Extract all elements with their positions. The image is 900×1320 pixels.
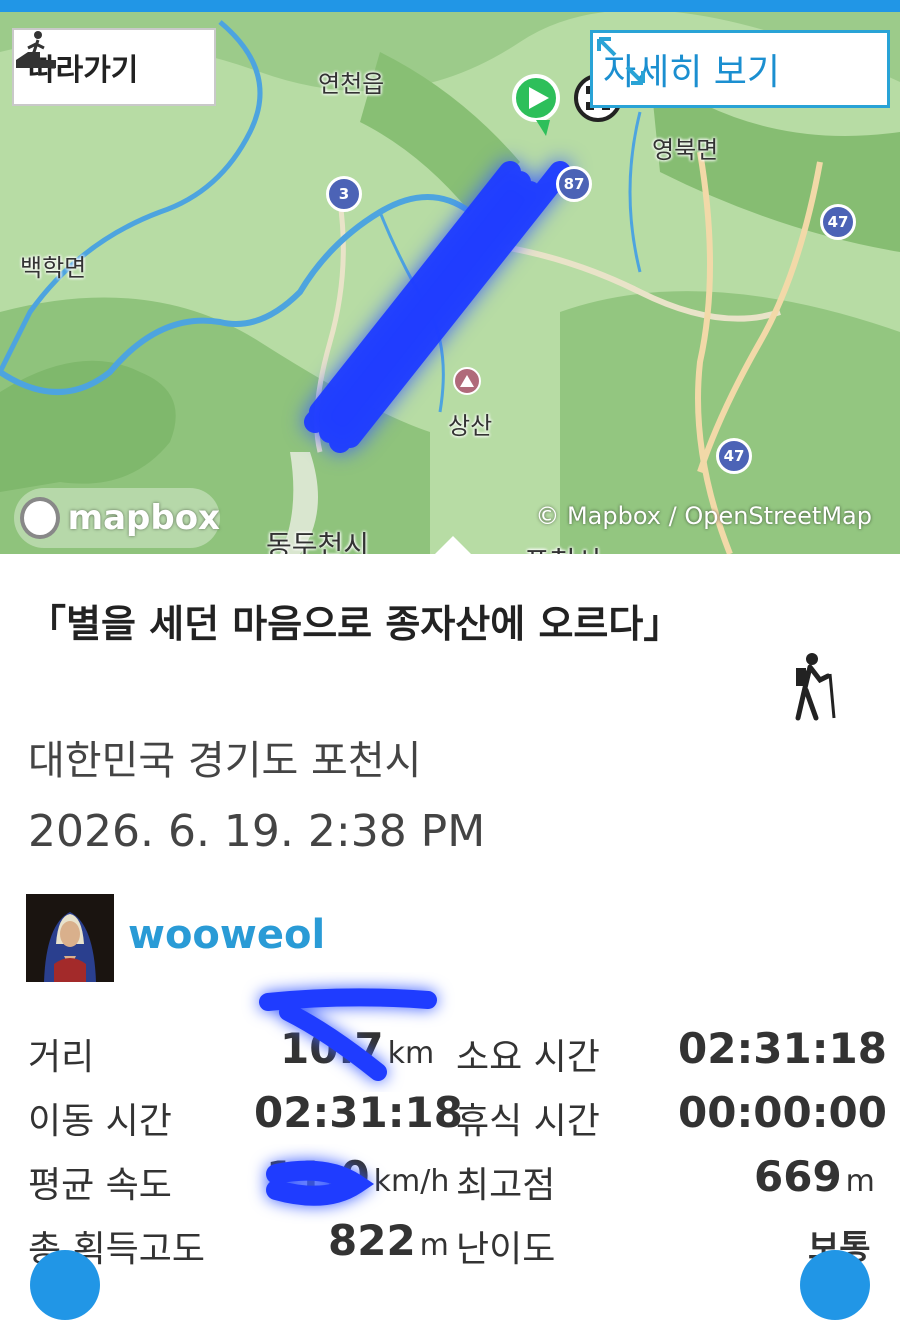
avg-speed-number: 11.0: [266, 1152, 370, 1201]
route-87-badge: 87: [556, 166, 592, 202]
duration-label: 소요 시간: [456, 1037, 600, 1078]
activity-title: 「별을 세던 마음으로 종자산에 오르다」: [28, 602, 682, 646]
map-label-baekhak: 백학면: [20, 254, 87, 282]
difficulty-label: 난이도: [456, 1229, 556, 1270]
map-attribution[interactable]: © Mapbox / OpenStreetMap: [535, 502, 872, 530]
max-altitude-number: 669: [754, 1152, 842, 1201]
avatar-image: [26, 894, 114, 982]
walker-icon: [16, 31, 56, 68]
total-ascent-value: 822 m: [328, 1216, 449, 1265]
username-link[interactable]: wooweol: [128, 912, 325, 958]
mountain-icon: [453, 367, 481, 395]
top-accent-bar: [0, 0, 900, 12]
route-47-badge-bottom: 47: [716, 438, 752, 474]
route-3-badge: 3: [326, 176, 362, 212]
map-label-dongducheon: 동두천시: [266, 529, 370, 554]
distance-unit: km: [387, 1036, 435, 1071]
rest-time-label: 휴식 시간: [456, 1101, 600, 1142]
duration-value: 02:31:18: [678, 1024, 887, 1073]
max-altitude-value: 669 m: [754, 1152, 875, 1201]
mapbox-logo-text: mapbox: [67, 498, 220, 538]
expand-icon: [597, 37, 645, 85]
mapbox-logo-icon: [20, 497, 60, 539]
activity-datetime: 2026. 6. 19. 2:38 PM: [28, 806, 486, 857]
rest-time-value: 00:00:00: [678, 1088, 887, 1137]
user-avatar[interactable]: [26, 894, 114, 982]
total-ascent-unit: m: [419, 1228, 449, 1263]
hiker-icon: [795, 653, 836, 721]
map-label-yeongbuk: 영북면: [652, 136, 719, 164]
distance-label: 거리: [28, 1037, 95, 1078]
view-details-button[interactable]: 자세히 보기: [590, 30, 890, 108]
avg-speed-value: 11.0 km/h: [266, 1152, 449, 1201]
avg-speed-unit: km/h: [373, 1164, 450, 1199]
max-altitude-label: 최고점: [456, 1165, 556, 1206]
moving-time-label: 이동 시간: [28, 1101, 172, 1142]
map-label-sangsan: 상산: [448, 412, 493, 440]
map-label-yeoncheon: 연천읍: [318, 70, 385, 98]
mapbox-logo[interactable]: mapbox: [14, 488, 220, 548]
distance-number: 10.7: [280, 1024, 384, 1073]
distance-value: 10.7 km: [280, 1024, 434, 1073]
map-label-pocheon: 포천시: [524, 540, 601, 554]
activity-location: 대한민국 경기도 포천시: [28, 738, 422, 784]
route-47-badge-top: 47: [820, 204, 856, 240]
max-altitude-unit: m: [845, 1164, 875, 1199]
bottom-left-fab[interactable]: [30, 1250, 100, 1320]
route-map[interactable]: 3 87 47 47 연천읍 영북면 백학면 상산 동두천시 포천시 따라가기 …: [0, 12, 900, 554]
map-pointer-notch: [435, 536, 471, 554]
moving-time-value: 02:31:18: [254, 1088, 463, 1137]
total-ascent-number: 822: [328, 1216, 416, 1265]
bottom-right-fab[interactable]: [800, 1250, 870, 1320]
follow-button[interactable]: 따라가기: [12, 28, 216, 106]
avg-speed-label: 평균 속도: [28, 1165, 172, 1206]
